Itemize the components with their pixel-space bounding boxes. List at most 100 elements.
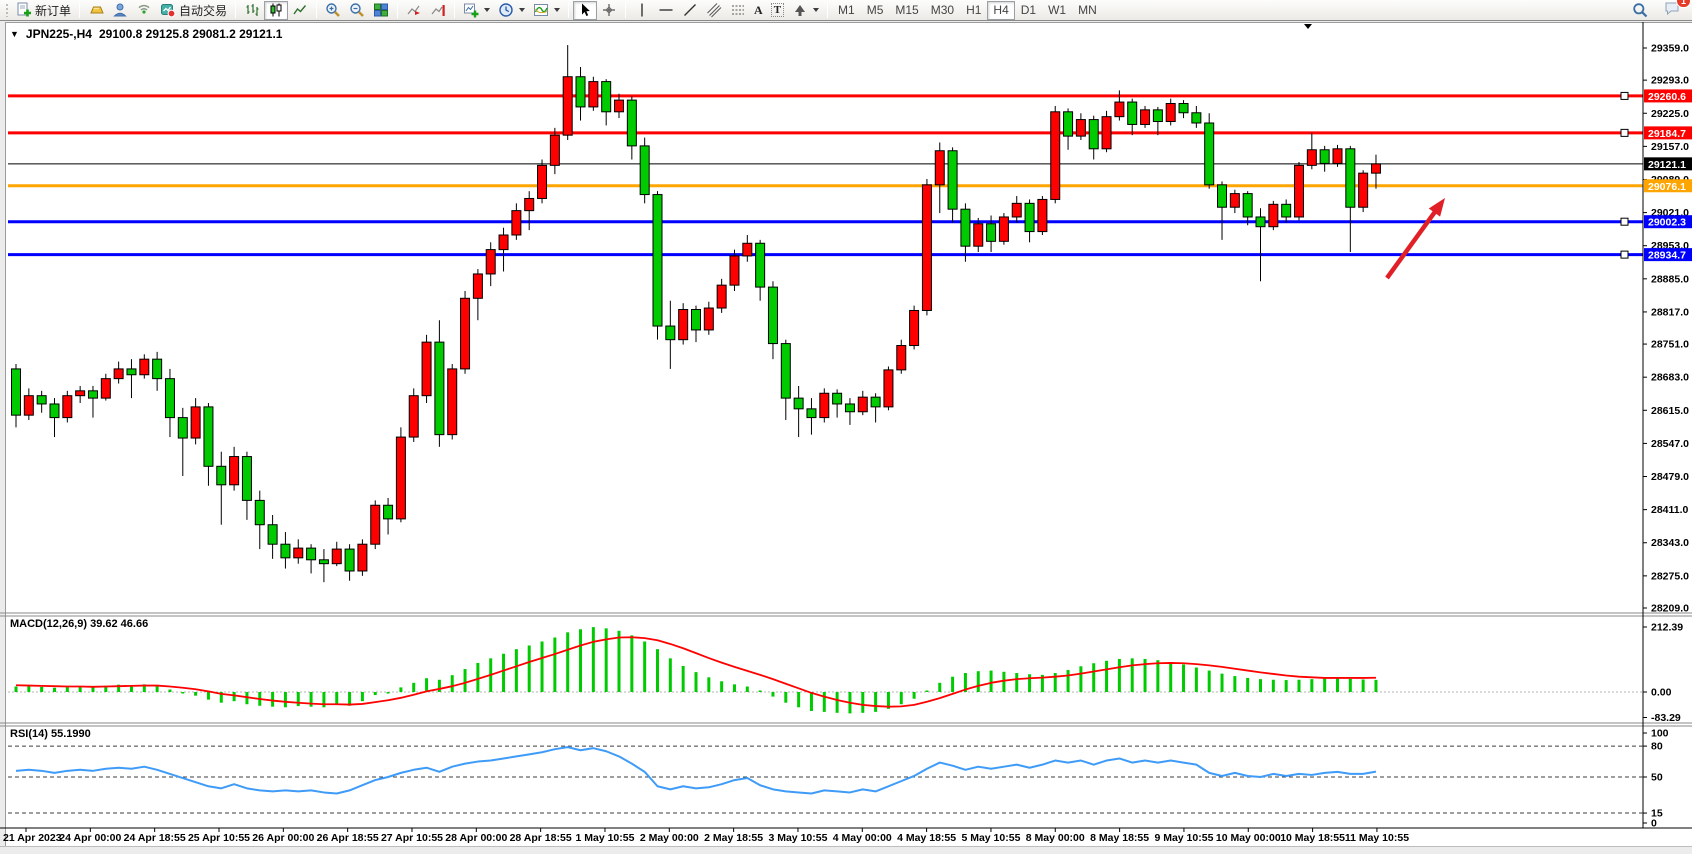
- svg-text:-83.29: -83.29: [1651, 712, 1681, 724]
- vertical-line-tool-button[interactable]: [630, 1, 654, 20]
- svg-text:0: 0: [1651, 818, 1657, 830]
- fibonacci-tool-button[interactable]: [726, 1, 750, 20]
- toolbar-separator: [827, 2, 828, 18]
- svg-text:28411.0: 28411.0: [1651, 504, 1689, 516]
- svg-text:29260.6: 29260.6: [1648, 91, 1686, 103]
- crosshair-icon: [601, 2, 617, 18]
- arrows-tool-button[interactable]: [788, 1, 823, 20]
- dropdown-caret: [484, 8, 490, 12]
- svg-text:29002.3: 29002.3: [1648, 217, 1686, 229]
- line-chart-mode-button[interactable]: [288, 1, 312, 20]
- svg-text:10 May 00:00: 10 May 00:00: [1216, 832, 1281, 844]
- macd-indicator-label: MACD(12,26,9) 39.62 46.66: [10, 618, 148, 630]
- svg-text:29293.0: 29293.0: [1651, 75, 1689, 87]
- label-tool-icon: T: [771, 3, 784, 17]
- timeframe-m15-button[interactable]: M15: [889, 1, 924, 20]
- toolbar: 新订单 自动交易: [0, 0, 1692, 21]
- bar-chart-mode-button[interactable]: [240, 1, 264, 20]
- new-chart-icon: [463, 2, 479, 18]
- dropdown-caret: [813, 8, 819, 12]
- ohlc-bars-icon: [244, 2, 260, 18]
- deposit-button[interactable]: [84, 1, 108, 20]
- price-chart-canvas[interactable]: 29359.029293.029225.029157.029089.029021…: [0, 0, 1692, 854]
- svg-text:2 May 18:55: 2 May 18:55: [704, 832, 763, 844]
- chart-shift-button[interactable]: [426, 1, 450, 20]
- toolbar-separator: [625, 2, 626, 18]
- timeframe-mn-button[interactable]: MN: [1072, 1, 1103, 20]
- svg-text:9 May 10:55: 9 May 10:55: [1154, 832, 1213, 844]
- svg-text:24 Apr 18:55: 24 Apr 18:55: [124, 832, 186, 844]
- new-chart-button[interactable]: [459, 1, 494, 20]
- arrow-objects-icon: [792, 2, 808, 18]
- text-label-tool-button[interactable]: T: [767, 1, 788, 20]
- svg-text:212.39: 212.39: [1651, 622, 1683, 634]
- notification-badge[interactable]: 1: [1676, 0, 1691, 8]
- horizontal-line-icon: [658, 2, 674, 18]
- svg-text:10 May 18:55: 10 May 18:55: [1280, 832, 1345, 844]
- new-order-button[interactable]: 新订单: [12, 1, 75, 20]
- trendline-icon: [682, 2, 698, 18]
- cursor-arrow-icon: [577, 2, 593, 18]
- svg-text:29225.0: 29225.0: [1651, 108, 1689, 120]
- chart-symbol-period: JPN225-,H4: [26, 27, 92, 41]
- line-handle: [1621, 251, 1628, 258]
- svg-text:4 May 18:55: 4 May 18:55: [897, 832, 956, 844]
- zoom-out-button[interactable]: [345, 1, 369, 20]
- horizontal-line-tool-button[interactable]: [654, 1, 678, 20]
- equidistant-channel-tool-button[interactable]: [702, 1, 726, 20]
- fibonacci-icon: [730, 2, 746, 18]
- svg-text:28751.0: 28751.0: [1651, 339, 1689, 351]
- timeframe-m30-button[interactable]: M30: [925, 1, 960, 20]
- support-agent-icon: [112, 2, 128, 18]
- svg-text:24 Apr 00:00: 24 Apr 00:00: [59, 832, 121, 844]
- svg-text:8 May 18:55: 8 May 18:55: [1090, 832, 1149, 844]
- toolbar-grip: [5, 3, 9, 17]
- timeframe-m1-button[interactable]: M1: [832, 1, 861, 20]
- zoom-in-button[interactable]: [321, 1, 345, 20]
- svg-text:26 Apr 00:00: 26 Apr 00:00: [252, 832, 314, 844]
- signals-button[interactable]: [132, 1, 156, 20]
- tile-windows-button[interactable]: [369, 1, 393, 20]
- chart-ohlc-values: 29100.8 29125.8 29081.2 29121.1: [99, 27, 283, 41]
- level-lines-layer[interactable]: [8, 92, 1643, 258]
- text-tool-button[interactable]: A: [750, 1, 767, 20]
- svg-text:28615.0: 28615.0: [1651, 405, 1689, 417]
- dropdown-caret: [554, 8, 560, 12]
- svg-text:3 May 10:55: 3 May 10:55: [768, 832, 827, 844]
- timeframe-d1-button[interactable]: D1: [1015, 1, 1042, 20]
- annotation-arrow[interactable]: [1387, 198, 1445, 278]
- search-button[interactable]: [1628, 1, 1652, 20]
- svg-text:28343.0: 28343.0: [1651, 537, 1689, 549]
- time-axis[interactable]: 21 Apr 202324 Apr 00:0024 Apr 18:5525 Ap…: [3, 828, 1409, 844]
- svg-text:28885.0: 28885.0: [1651, 273, 1689, 285]
- svg-text:21 Apr 2023: 21 Apr 2023: [3, 832, 62, 844]
- timeframe-w1-button[interactable]: W1: [1042, 1, 1072, 20]
- candles-layer: [12, 45, 1381, 582]
- svg-text:29076.1: 29076.1: [1648, 181, 1686, 193]
- timeframe-h1-button[interactable]: H1: [960, 1, 987, 20]
- zoom-out-icon: [349, 2, 365, 18]
- auto-scroll-button[interactable]: [402, 1, 426, 20]
- indicators-button[interactable]: [529, 1, 564, 20]
- trendline-tool-button[interactable]: [678, 1, 702, 20]
- timeframe-m5-button[interactable]: M5: [861, 1, 890, 20]
- symbol-collapse-icon[interactable]: ▼: [10, 29, 19, 39]
- tile-windows-icon: [373, 2, 389, 18]
- new-order-icon: [16, 2, 32, 18]
- candlestick-mode-button[interactable]: [264, 1, 288, 20]
- toolbar-separator: [79, 2, 80, 18]
- crosshair-tool-button[interactable]: [597, 1, 621, 20]
- timeframes-dropdown-button[interactable]: [494, 1, 529, 20]
- chart-shift-icon: [430, 2, 446, 18]
- svg-text:28683.0: 28683.0: [1651, 372, 1689, 384]
- svg-text:2 May 00:00: 2 May 00:00: [640, 832, 699, 844]
- svg-text:29184.7: 29184.7: [1648, 128, 1686, 140]
- cursor-tool-button[interactable]: [573, 1, 597, 20]
- timeframe-h4-button[interactable]: H4: [987, 1, 1014, 20]
- svg-text:29121.1: 29121.1: [1648, 159, 1686, 171]
- dropdown-caret: [519, 8, 525, 12]
- svg-text:28479.0: 28479.0: [1651, 471, 1689, 483]
- indicators-icon: [533, 2, 549, 18]
- support-button[interactable]: [108, 1, 132, 20]
- auto-trading-button[interactable]: 自动交易: [156, 1, 231, 20]
